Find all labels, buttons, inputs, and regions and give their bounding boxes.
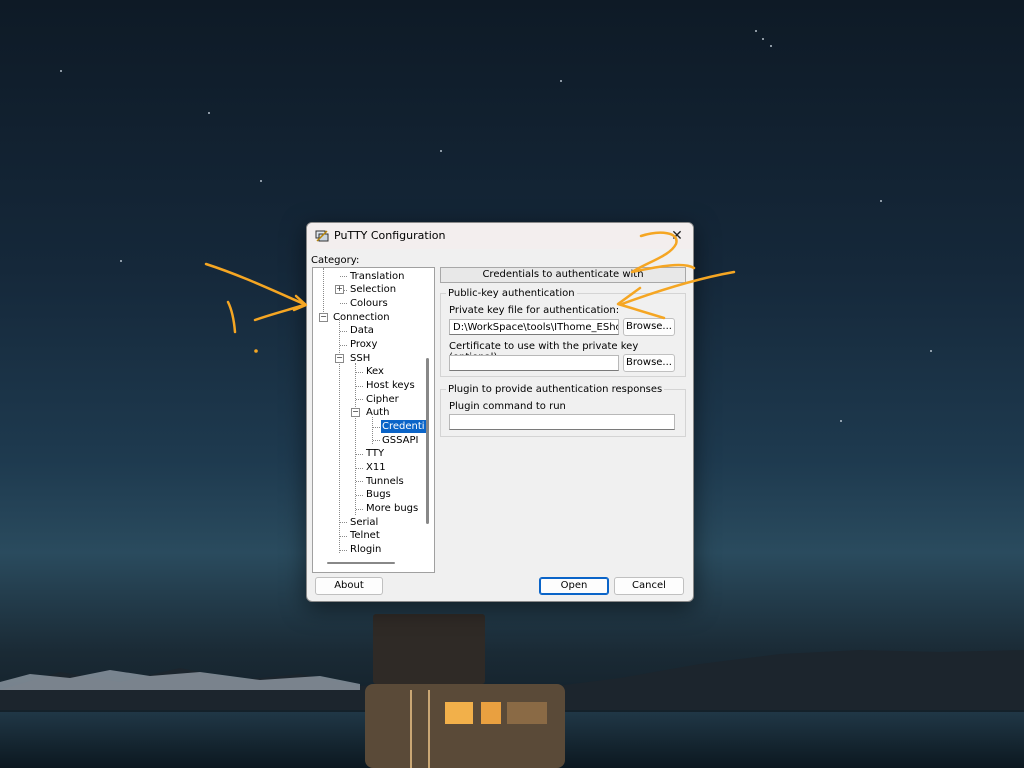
tree-item-serial[interactable]: Serial <box>350 516 378 529</box>
tree-item-x11[interactable]: X11 <box>366 461 386 474</box>
tree-item-kex[interactable]: Kex <box>366 365 384 378</box>
collapse-auth-icon[interactable]: − <box>351 408 360 417</box>
tree-item-translation[interactable]: Translation <box>350 270 405 283</box>
category-label: Category: <box>311 255 360 266</box>
tree-item-colours[interactable]: Colours <box>350 297 388 310</box>
private-key-label: Private key file for authentication: <box>449 305 620 316</box>
open-button[interactable]: Open <box>539 577 609 595</box>
tree-horizontal-scrollbar[interactable] <box>327 562 395 564</box>
browse-certificate-button[interactable]: Browse... <box>623 354 675 372</box>
plugin-command-field[interactable] <box>449 414 675 430</box>
plugin-command-label: Plugin command to run <box>449 401 566 412</box>
tree-item-proxy[interactable]: Proxy <box>350 338 377 351</box>
plugin-group-title: Plugin to provide authentication respons… <box>446 384 665 395</box>
pubkey-group-title: Public-key authentication <box>446 288 577 299</box>
tree-item-rlogin[interactable]: Rlogin <box>350 543 381 556</box>
tree-item-tunnels[interactable]: Tunnels <box>366 475 404 488</box>
tree-item-host-keys[interactable]: Host keys <box>366 379 415 392</box>
tree-item-bugs[interactable]: Bugs <box>366 488 391 501</box>
tree-item-data[interactable]: Data <box>350 324 374 337</box>
tree-item-tty[interactable]: TTY <box>366 447 384 460</box>
tree-item-selection[interactable]: Selection <box>350 283 396 296</box>
tree-item-more-bugs[interactable]: More bugs <box>366 502 418 515</box>
panel-header: Credentials to authenticate with <box>440 267 686 283</box>
expand-selection-icon[interactable]: + <box>335 285 344 294</box>
private-key-field[interactable]: D:\WorkSpace\tools\IThome_EShoppin <box>449 319 619 335</box>
window-title: PuTTY Configuration <box>334 229 446 242</box>
certificate-field[interactable] <box>449 355 619 371</box>
tree-vertical-scrollbar[interactable] <box>426 358 429 524</box>
cancel-button[interactable]: Cancel <box>614 577 684 595</box>
putty-app-icon <box>315 230 329 242</box>
collapse-connection-icon[interactable]: − <box>319 313 328 322</box>
tree-item-cipher[interactable]: Cipher <box>366 393 399 406</box>
tree-item-credentials[interactable]: Credenti <box>381 420 426 433</box>
tree-item-ssh[interactable]: SSH <box>350 352 370 365</box>
about-button[interactable]: About <box>315 577 383 595</box>
browse-private-key-button[interactable]: Browse... <box>623 318 675 336</box>
tree-item-auth[interactable]: Auth <box>366 406 389 419</box>
tree-item-telnet[interactable]: Telnet <box>350 529 380 542</box>
tree-item-connection[interactable]: Connection <box>333 311 390 324</box>
title-bar[interactable]: PuTTY Configuration ✕ <box>307 223 693 249</box>
van-image <box>365 614 565 768</box>
collapse-ssh-icon[interactable]: − <box>335 354 344 363</box>
close-icon[interactable]: ✕ <box>667 226 687 246</box>
tree-item-gssapi[interactable]: GSSAPI <box>382 434 418 447</box>
category-tree[interactable]: + − − − Translation Selection Colours Co… <box>312 267 435 573</box>
putty-config-window: PuTTY Configuration ✕ Category: + − − − <box>306 222 694 602</box>
